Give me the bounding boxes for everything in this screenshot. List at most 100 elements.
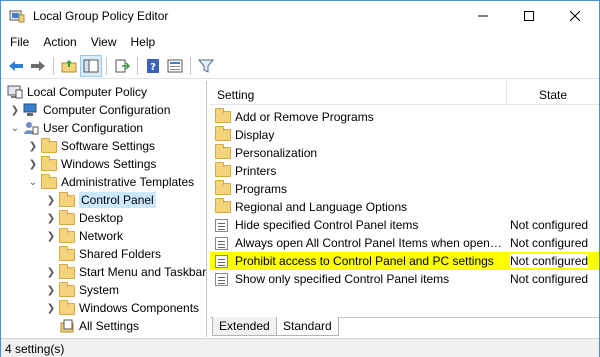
folder-icon-wrap [215, 162, 231, 178]
window-title: Local Group Policy Editor [33, 9, 169, 23]
chevron-down-icon[interactable]: ⌄ [27, 176, 39, 188]
chevron-right-icon[interactable]: ❯ [45, 284, 57, 296]
tree-item-software-settings[interactable]: ❯ Software Settings [27, 137, 155, 155]
status-text: 4 setting(s) [5, 342, 65, 356]
folder-icon [59, 192, 75, 207]
chevron-right-icon[interactable]: ❯ [45, 194, 57, 206]
tree-item-computer-configuration[interactable]: ❯ Computer Configuration [9, 101, 171, 119]
list-item[interactable]: Regional and Language Options [210, 198, 599, 216]
filter-button[interactable] [195, 55, 217, 77]
tree-item-label: Local Computer Policy [27, 85, 148, 99]
export-list-icon [115, 59, 130, 72]
column-header-state[interactable]: State [539, 88, 567, 102]
tree-item-system[interactable]: ❯ System [45, 281, 119, 299]
tree-item-control-panel[interactable]: ❯ Control Panel [45, 191, 156, 209]
policy-setting-icon [215, 272, 228, 286]
minimize-button[interactable] [460, 1, 506, 31]
menu-file[interactable]: File [1, 35, 36, 49]
folder-icon-wrap [215, 144, 231, 160]
tree-item-label: Administrative Templates [61, 175, 195, 189]
setting-name: Always open All Control Panel Items when… [235, 236, 503, 250]
chevron-down-icon[interactable]: ⌄ [9, 122, 21, 134]
menu-help[interactable]: Help [124, 35, 163, 49]
tree-item-shared-folders[interactable]: Shared Folders [45, 245, 161, 263]
minimize-icon [478, 15, 488, 17]
policy-setting-icon [215, 218, 228, 232]
list-item[interactable]: Display [210, 126, 599, 144]
column-divider[interactable] [506, 81, 507, 105]
list-item[interactable]: Hide specified Control Panel items Not c… [210, 216, 599, 234]
computer-policy-icon [7, 85, 23, 99]
chevron-right-icon[interactable]: ❯ [45, 302, 57, 314]
close-button[interactable] [552, 1, 598, 31]
back-button[interactable] [5, 55, 27, 77]
setting-name: Programs [235, 182, 288, 196]
list-item-highlighted[interactable]: Prohibit access to Control Panel and PC … [210, 252, 599, 270]
folder-icon-wrap [59, 300, 75, 315]
export-list-button[interactable] [111, 55, 133, 77]
list-item[interactable]: Show only specified Control Panel items … [210, 270, 599, 288]
back-arrow-icon [9, 60, 23, 71]
policy-setting-icon [215, 254, 228, 268]
tree-item-label: Software Settings [61, 139, 156, 153]
tree-item-windows-settings[interactable]: ❯ Windows Settings [27, 155, 156, 173]
folder-icon [59, 228, 75, 243]
tree-item-label: Windows Components [79, 301, 200, 315]
menu-action[interactable]: Action [36, 35, 83, 49]
status-bar: 4 setting(s) [1, 338, 599, 357]
properties-button[interactable] [164, 55, 186, 77]
column-header-setting[interactable]: Setting [217, 88, 254, 102]
help-button[interactable]: ? [142, 55, 164, 77]
list-item[interactable]: Personalization [210, 144, 599, 162]
list-item[interactable]: Always open All Control Panel Items when… [210, 234, 599, 252]
tab-standard[interactable]: Standard [276, 317, 339, 336]
policy-setting-icon [215, 236, 228, 250]
tree-item-administrative-templates[interactable]: ⌄ Administrative Templates [27, 173, 194, 191]
tree-item-local-computer-policy[interactable]: Local Computer Policy [5, 83, 147, 101]
folder-icon-wrap [59, 264, 75, 279]
tree-item-start-menu-and-taskbar[interactable]: ❯ Start Menu and Taskbar [45, 263, 206, 281]
chevron-right-icon[interactable]: ❯ [9, 104, 21, 116]
show-hide-tree-icon [83, 59, 99, 72]
tree-item-network[interactable]: ❯ Network [45, 227, 123, 245]
policy-setting-icon-wrap [215, 254, 231, 268]
folder-icon [215, 198, 231, 213]
tree-item-label: Start Menu and Taskbar [79, 265, 207, 279]
tree-item-windows-components[interactable]: ❯ Windows Components [45, 299, 199, 317]
filter-icon [198, 59, 214, 73]
list-item[interactable]: Programs [210, 180, 599, 198]
folder-icon-wrap [59, 192, 75, 207]
folder-icon-wrap [215, 180, 231, 196]
forward-button[interactable] [27, 55, 49, 77]
folder-icon-wrap [41, 174, 57, 189]
setting-name: Printers [235, 164, 277, 178]
tree-item-all-settings[interactable]: All Settings [45, 317, 139, 335]
chevron-right-icon[interactable]: ❯ [45, 212, 57, 224]
title-bar[interactable]: Local Group Policy Editor [1, 1, 599, 31]
tab-extended[interactable]: Extended [212, 317, 277, 336]
folder-icon-wrap [215, 108, 231, 124]
menu-view[interactable]: View [84, 35, 124, 49]
up-folder-button[interactable] [58, 55, 80, 77]
tree-item-desktop[interactable]: ❯ Desktop [45, 209, 123, 227]
svg-text:?: ? [150, 62, 156, 73]
folder-icon [215, 108, 231, 123]
folder-icon-wrap [59, 210, 75, 225]
folder-icon [59, 246, 75, 261]
show-hide-tree-button[interactable] [80, 54, 102, 77]
tree-item-user-configuration[interactable]: ⌄ User Configuration [9, 119, 143, 137]
maximize-button[interactable] [506, 1, 552, 31]
chevron-right-icon[interactable]: ❯ [45, 266, 57, 278]
setting-state: Not configured [510, 218, 589, 232]
chevron-right-icon[interactable]: ❯ [27, 140, 39, 152]
folder-icon [215, 162, 231, 177]
chevron-right-icon[interactable]: ❯ [45, 230, 57, 242]
tree-item-label: System [79, 283, 120, 297]
list-item[interactable]: Add or Remove Programs [210, 108, 599, 126]
toolbar-separator [190, 56, 191, 75]
chevron-right-icon[interactable]: ❯ [27, 158, 39, 170]
setting-name: Regional and Language Options [235, 200, 408, 214]
group-policy-editor-window: Local Group Policy Editor File Action Vi… [0, 0, 600, 357]
folder-icon [59, 264, 75, 279]
list-item[interactable]: Printers [210, 162, 599, 180]
